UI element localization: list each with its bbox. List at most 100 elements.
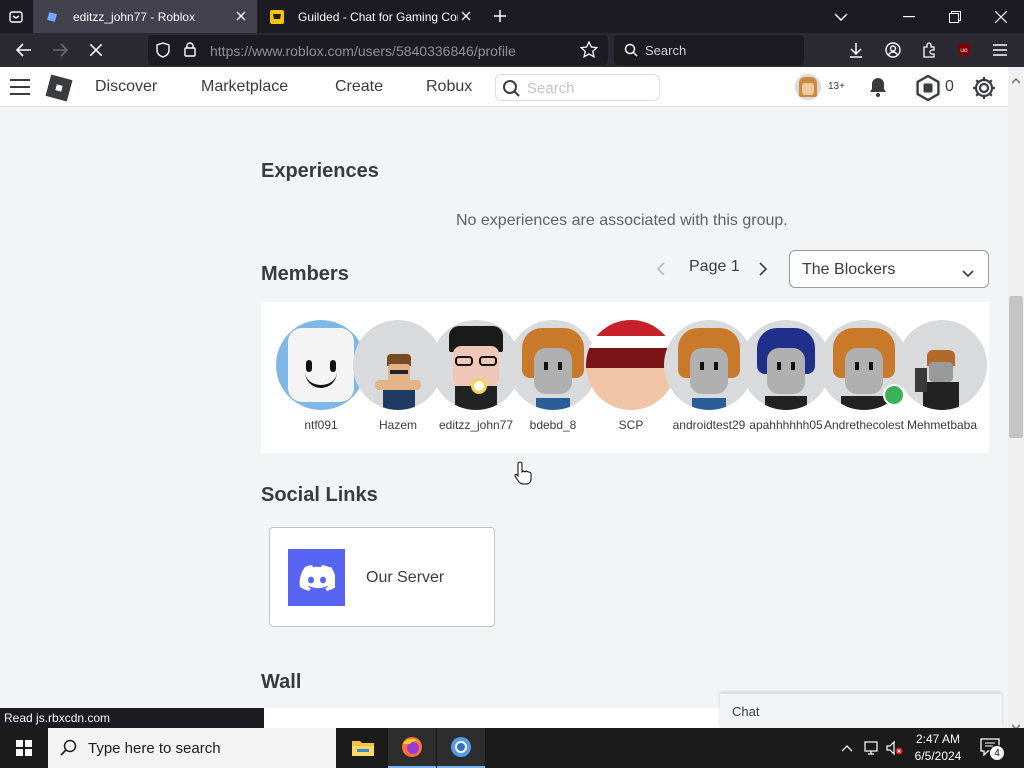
show-hidden-icons-icon[interactable] [838,739,856,757]
guilded-favicon-icon [270,9,284,24]
chat-label: Chat [732,704,760,719]
member-avatar[interactable] [353,320,443,410]
member-tile[interactable]: Mehmetbaba [897,320,987,432]
tab-guilded[interactable]: Guilded - Chat for Gaming Communities [258,0,482,33]
close-tab-icon[interactable] [233,8,249,24]
stop-loading-icon[interactable] [82,36,110,64]
settings-gear-icon[interactable] [971,75,997,106]
tab-list-icon[interactable] [0,0,32,33]
roblox-favicon-icon [45,10,59,24]
taskbar-search-placeholder: Type here to search [88,740,221,757]
firefox-taskbar-icon[interactable] [388,728,436,768]
member-name[interactable]: Andrethecolest [819,418,909,432]
file-explorer-icon[interactable] [339,728,387,768]
experiences-empty-message: No experiences are associated with this … [456,212,788,229]
member-avatar[interactable] [508,320,598,410]
member-name[interactable]: apahhhhhh05 [741,418,831,432]
browser-status-text: Read js.rbxcdn.com [0,708,264,728]
age-badge: 13+ [828,81,845,92]
new-tab-icon[interactable] [488,4,512,28]
restore-icon[interactable] [932,0,978,33]
discord-icon [288,549,345,606]
hamburger-menu-icon[interactable] [10,79,30,100]
member-tile[interactable]: Hazem [353,320,443,432]
minimize-icon[interactable] [886,0,932,33]
member-tile[interactable]: apahhhhhh05 [741,320,831,432]
clock-time: 2:47 AM [915,732,961,746]
browser-search-bar[interactable]: Search [614,35,804,65]
experiences-heading: Experiences [261,160,379,182]
nav-marketplace[interactable]: Marketplace [201,78,288,96]
member-avatar[interactable] [586,320,676,410]
browser-tab-bar: editzz_john77 - Roblox Guilded - Chat fo… [0,0,1024,33]
search-icon [60,739,78,762]
member-name[interactable]: SCP [586,418,676,432]
member-name[interactable]: Hazem [353,418,443,432]
close-window-icon[interactable] [978,0,1024,33]
url-text: https://www.roblox.com/users/5840336846/… [210,43,516,59]
volume-muted-icon[interactable] [886,739,904,757]
user-avatar[interactable] [795,74,821,100]
browser-nav-bar: https://www.roblox.com/users/5840336846/… [0,33,1024,67]
member-tile[interactable]: Andrethecolest [819,320,909,432]
scroll-up-icon[interactable] [1011,71,1021,89]
menu-icon[interactable] [986,36,1014,64]
social-link-discord[interactable]: Our Server [269,527,495,627]
back-icon[interactable] [10,36,38,64]
ublock-origin-icon[interactable]: uo [950,36,978,64]
extensions-icon[interactable] [915,36,943,64]
member-name[interactable]: Mehmetbaba [897,418,987,432]
roblox-search-input[interactable]: Search [495,74,660,101]
network-icon[interactable] [862,739,880,757]
chat-tab[interactable]: Chat [720,693,1002,728]
account-icon[interactable] [879,36,907,64]
url-bar[interactable]: https://www.roblox.com/users/5840336846/… [148,35,608,65]
notification-center-icon[interactable]: 4 [978,736,1006,761]
taskbar-search-box[interactable]: Type here to search [48,728,336,768]
tab-title: editzz_john77 - Roblox [73,9,196,24]
lock-icon[interactable] [184,42,196,62]
member-name[interactable]: bdebd_8 [508,418,598,432]
member-tile[interactable]: bdebd_8 [508,320,598,432]
taskbar-clock[interactable]: 2:47 AM 6/5/2024 [906,731,970,765]
forward-icon[interactable] [46,36,74,64]
search-placeholder: Search [527,80,575,97]
nav-discover[interactable]: Discover [95,78,157,96]
notifications-bell-icon[interactable] [867,76,889,103]
role-dropdown-value: The Blockers [802,261,896,278]
roblox-header: Discover Marketplace Create Robux Search… [0,67,1008,107]
role-dropdown[interactable]: The Blockers [789,250,989,288]
member-tile[interactable]: SCP [586,320,676,432]
bookmark-star-icon[interactable] [579,40,599,63]
clock-date: 6/5/2024 [914,749,962,763]
close-tab-icon[interactable] [458,8,474,24]
search-icon [624,43,638,62]
members-card: ntf091 Hazem editzz_john77 bdebd_8 SCP a… [261,302,989,453]
chrome-taskbar-icon[interactable] [437,728,485,768]
nav-robux[interactable]: Robux [426,78,472,96]
downloads-icon[interactable] [842,36,870,64]
roblox-logo-icon[interactable] [44,73,74,108]
previous-page-icon[interactable] [656,262,666,281]
notification-count: 4 [989,745,1005,761]
windows-start-icon[interactable] [0,728,48,768]
next-page-icon[interactable] [758,262,768,281]
svg-text:uo: uo [960,47,968,54]
social-link-label: Our Server [366,569,445,586]
wall-heading: Wall [261,671,302,693]
browser-search-placeholder: Search [645,43,687,58]
robux-count: 0 [945,78,954,95]
tracking-shield-icon[interactable] [156,42,170,63]
hand-cursor-icon [514,461,532,490]
tab-roblox[interactable]: editzz_john77 - Roblox [33,0,257,33]
member-avatar[interactable] [897,320,987,410]
robux-icon[interactable] [915,74,941,106]
windows-taskbar: Type here to search 2:47 AM 6/5/2024 4 [0,728,1024,768]
nav-create[interactable]: Create [335,78,383,96]
search-icon [502,79,520,102]
social-links-heading: Social Links [261,484,378,506]
members-heading: Members [261,263,349,285]
scrollbar-thumb[interactable] [1009,296,1023,438]
member-avatar[interactable] [741,320,831,410]
list-all-tabs-icon[interactable] [818,0,864,33]
